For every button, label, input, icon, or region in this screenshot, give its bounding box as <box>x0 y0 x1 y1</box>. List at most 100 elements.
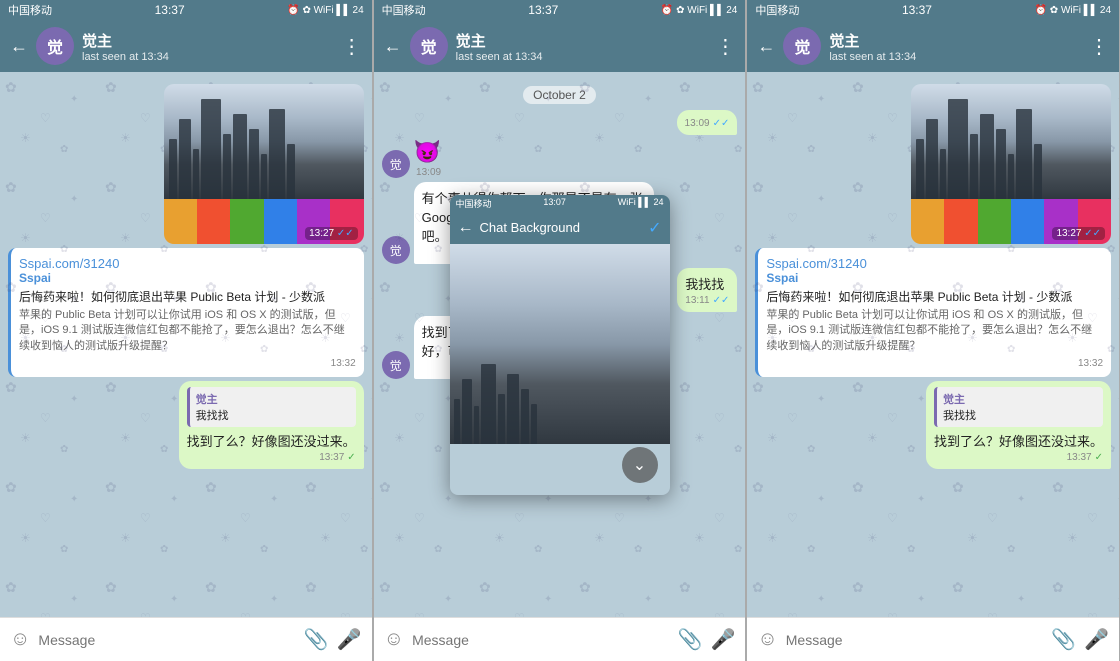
emoji-time: 13:09 <box>416 167 441 178</box>
chat-area-right: 13:27 ✓✓ Sspai.com/31240 Sspai 后悔药来啦！如何彻… <box>747 72 1119 617</box>
time-middle: 13:37 <box>528 3 558 17</box>
menu-icon-left[interactable]: ⋮ <box>342 34 362 59</box>
buildings-left <box>164 99 364 199</box>
image-message-right: 13:27 ✓✓ <box>755 84 1111 244</box>
msg-text-left: 找到了么？好像图还没过来。 <box>187 431 356 450</box>
phone-panel-middle: 中国移动 13:37 ⏰ ✿ WiFi ▌▌24 ← 觉 觉主 last see… <box>374 0 747 661</box>
battery-right: ⏰ ✿ WiFi ▌▌24 <box>1035 5 1111 16</box>
small-avatar-emoji: 觉 <box>382 150 410 178</box>
back-button-left[interactable]: ← <box>10 36 28 57</box>
small-avatar-2: 觉 <box>382 351 410 379</box>
menu-icon-middle[interactable]: ⋮ <box>715 34 735 59</box>
link-meta-right: 13:32 <box>766 358 1103 369</box>
carrier-middle: 中国移动 <box>382 2 426 18</box>
chat-area-left: 13:27 ✓✓ Sspai.com/31240 Sspai 后悔药来啦！如何彻… <box>0 72 372 617</box>
link-url-right[interactable]: Sspai.com/31240 <box>766 256 866 271</box>
phone-panel-right: 中国移动 13:37 ⏰ ✿ WiFi ▌▌24 ← 觉 觉主 last see… <box>747 0 1120 661</box>
last-seen-left: last seen at 13:34 <box>82 51 334 63</box>
image-message-left: 13:27 ✓✓ <box>8 84 364 244</box>
check-1: ✓✓ <box>713 118 730 129</box>
link-desc-left: 苹果的 Public Beta 计划可以让你试用 iOS 和 OS X 的测试版… <box>19 308 356 354</box>
city-wallpaper-right: 13:27 ✓✓ <box>911 84 1111 244</box>
msg-time-right: 13:37 <box>1067 452 1092 463</box>
msg-text-right: 找到了么？好像图还没过来。 <box>934 431 1103 450</box>
quote-author-right: 觉主 <box>943 391 1097 407</box>
phone-panel-left: 中国移动 13:37 ⏰ ✿ WiFi ▌▌24 ← 觉 觉主 last see… <box>0 0 373 661</box>
outgoing-quote-right: 觉主 我找找 找到了么？好像图还没过来。 13:37 ✓ <box>755 381 1111 469</box>
msg-time-left: 13:37 <box>319 452 344 463</box>
out-text-2: 我找找 <box>685 277 724 292</box>
chat-area-middle: October 2 13:09 ✓✓ 觉 😈 13:09 <box>374 72 746 617</box>
link-meta-left: 13:32 <box>19 358 356 369</box>
menu-icon-right[interactable]: ⋮ <box>1089 34 1109 59</box>
inner-back-button[interactable]: ← <box>458 219 474 237</box>
back-button-middle[interactable]: ← <box>384 36 402 57</box>
msg-in-emoji: 觉 😈 13:09 <box>382 139 738 178</box>
status-bar-left: 中国移动 13:37 ⏰ ✿ WiFi ▌▌24 <box>0 0 372 20</box>
check-icon-right: ✓ <box>1095 452 1103 463</box>
link-desc-right: 苹果的 Public Beta 计划可以让你试用 iOS 和 OS X 的测试版… <box>766 308 1103 354</box>
chat-header-middle: ← 觉 觉主 last seen at 13:34 ⋮ <box>374 20 746 72</box>
inner-buildings <box>450 364 670 444</box>
emoji-bubble: 😈 13:09 <box>414 139 441 178</box>
buildings-right <box>911 99 1111 199</box>
msg-out-1: 13:09 ✓✓ <box>382 110 738 135</box>
emoji-button-right[interactable]: ☺ <box>757 628 777 651</box>
city-image-right <box>911 84 1111 199</box>
city-image-left <box>164 84 364 199</box>
mic-button-left[interactable]: 🎤 <box>337 627 362 652</box>
image-time-right: 13:27 ✓✓ <box>1052 227 1105 240</box>
battery-left: ⏰ ✿ WiFi ▌▌24 <box>287 5 363 16</box>
last-seen-middle: last seen at 13:34 <box>456 51 708 63</box>
scroll-down-button[interactable]: ⌄ <box>622 447 658 483</box>
attach-button-middle[interactable]: 📎 <box>678 627 703 652</box>
chat-header-left: ← 觉 觉主 last seen at 13:34 ⋮ <box>0 20 372 72</box>
msg-meta-left: 13:37 ✓ <box>187 452 356 463</box>
inner-status: 中国移动 13:07 WiFi ▌▌ 24 <box>450 195 670 212</box>
attach-button-right[interactable]: 📎 <box>1051 627 1076 652</box>
time-right: 13:37 <box>902 3 932 17</box>
status-bar-middle: 中国移动 13:37 ⏰ ✿ WiFi ▌▌24 <box>374 0 746 20</box>
small-avatar-1: 觉 <box>382 236 410 264</box>
bottom-bar-left: ☺ 📎 🎤 <box>0 617 372 661</box>
back-button-right[interactable]: ← <box>757 36 775 57</box>
inner-city-image <box>450 244 670 444</box>
emoji-button-left[interactable]: ☺ <box>10 628 30 651</box>
attach-button-left[interactable]: 📎 <box>304 627 329 652</box>
message-input-middle[interactable] <box>412 632 669 648</box>
header-info-middle: 觉主 last seen at 13:34 <box>456 30 708 63</box>
contact-name-left: 觉主 <box>82 30 334 51</box>
quote-bubble-left: 觉主 我找找 找到了么？好像图还没过来。 13:37 ✓ <box>179 381 364 469</box>
carrier-right: 中国移动 <box>755 2 799 18</box>
quote-text-left: 我找找 <box>196 407 350 423</box>
quote-inner-right: 觉主 我找找 <box>934 387 1103 427</box>
mic-button-right[interactable]: 🎤 <box>1084 627 1109 652</box>
avatar-left: 觉 <box>36 27 74 65</box>
inner-check-icon[interactable]: ✓ <box>648 218 661 238</box>
link-card-left[interactable]: Sspai.com/31240 Sspai 后悔药来啦！如何彻底退出苹果 Pub… <box>8 248 364 377</box>
carrier-left: 中国移动 <box>8 2 52 18</box>
quote-inner-left: 觉主 我找找 <box>187 387 356 427</box>
link-card-right[interactable]: Sspai.com/31240 Sspai 后悔药来啦！如何彻底退出苹果 Pub… <box>755 248 1111 377</box>
check-2: ✓✓ <box>713 295 730 306</box>
link-source-right: Sspai <box>766 271 1103 285</box>
last-seen-right: last seen at 13:34 <box>829 51 1081 63</box>
city-wallpaper-left: 13:27 ✓✓ <box>164 84 364 244</box>
link-time-right: 13:32 <box>1078 358 1103 369</box>
bubble-out-1: 13:09 ✓✓ <box>677 110 738 135</box>
outgoing-quote-left: 觉主 我找找 找到了么？好像图还没过来。 13:37 ✓ <box>8 381 364 469</box>
avatar-right: 觉 <box>783 27 821 65</box>
mic-button-middle[interactable]: 🎤 <box>710 627 735 652</box>
bubble-out-2: 我找找 13:11 ✓✓ <box>677 268 737 312</box>
chat-header-right: ← 觉 觉主 last seen at 13:34 ⋮ <box>747 20 1119 72</box>
status-bar-right: 中国移动 13:37 ⏰ ✿ WiFi ▌▌24 <box>747 0 1119 20</box>
msg-meta-right: 13:37 ✓ <box>934 452 1103 463</box>
message-input-left[interactable] <box>38 632 295 648</box>
emoji-button-middle[interactable]: ☺ <box>384 628 404 651</box>
time-left: 13:37 <box>155 3 185 17</box>
bottom-bar-middle: ☺ 📎 🎤 <box>374 617 746 661</box>
check-icon-left: ✓ <box>347 452 355 463</box>
link-time-left: 13:32 <box>331 358 356 369</box>
message-input-right[interactable] <box>786 632 1043 648</box>
link-url-left[interactable]: Sspai.com/31240 <box>19 256 119 271</box>
